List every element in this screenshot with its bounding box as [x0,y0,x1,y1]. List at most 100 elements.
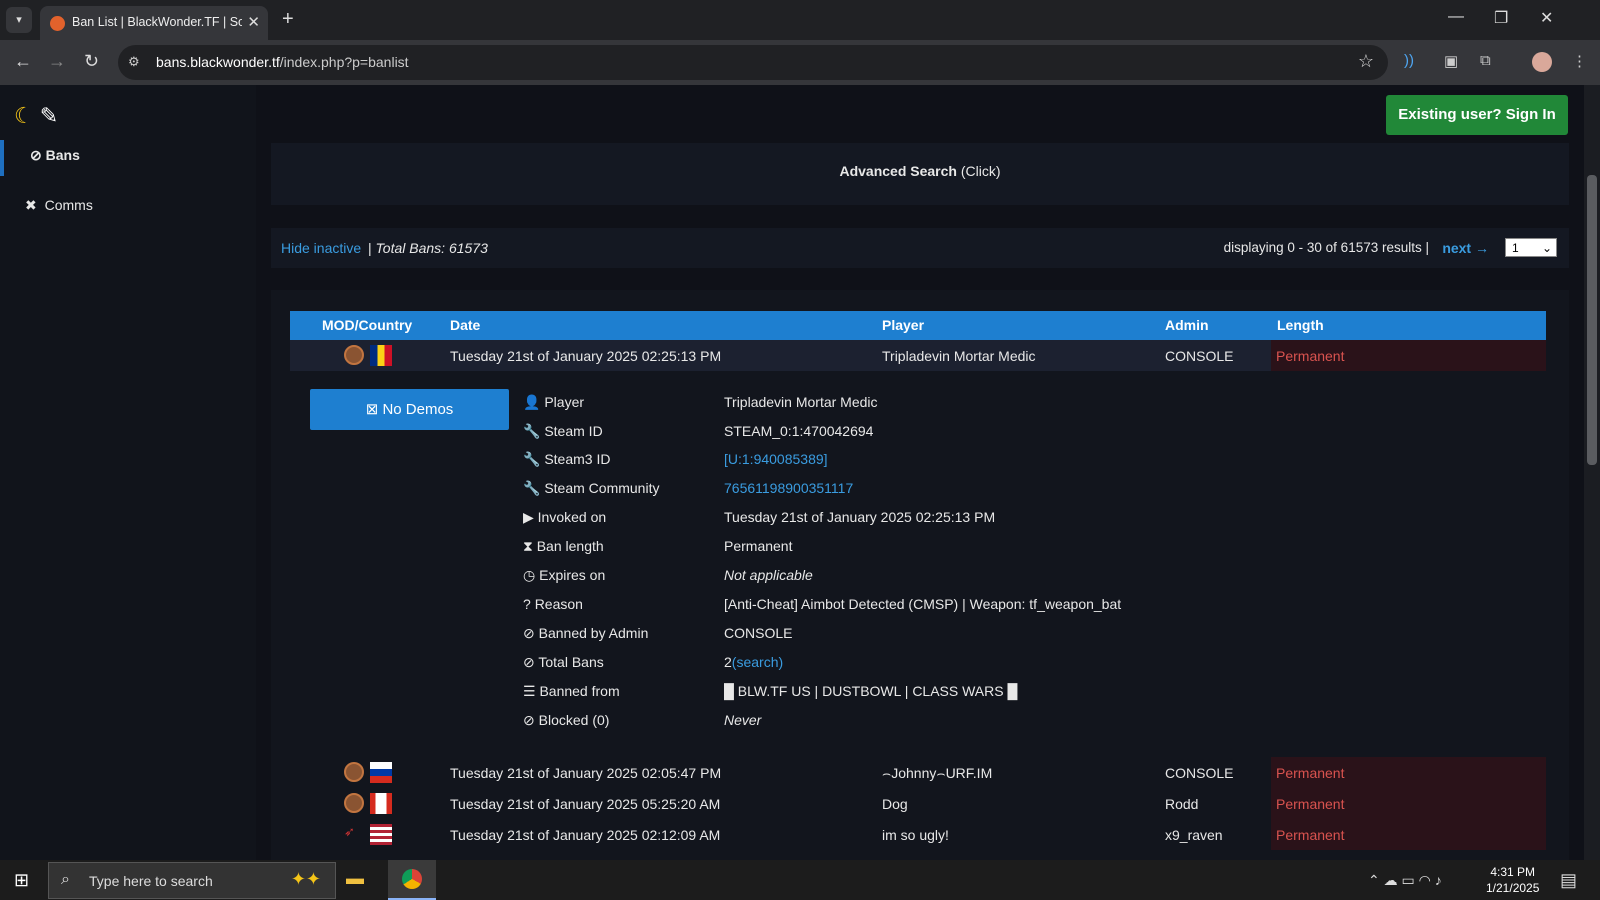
windows-taskbar: ⊞ ⌕ Type here to search ✦✦ ▬ ⌃ ☁ ▭ ◠ ♪ 4… [0,860,1600,900]
bookmark-star-icon[interactable]: ☆ [1358,51,1374,72]
flag-canada-icon [370,793,392,814]
row-date: Tuesday 21st of January 2025 05:25:20 AM [450,796,721,812]
brush-icon[interactable]: ✎ [40,103,58,128]
detail-label-steam3-id: 🔧 Steam3 ID [523,451,611,467]
row-admin: Rodd [1165,796,1199,812]
table-row[interactable]: ➶ Tuesday 21st of January 2025 02:12:09 … [290,819,1546,850]
sparkle-icon: ✦✦ [290,869,321,889]
row-player: ⌢Johnny⌢URF.IM [882,765,993,781]
theme-controls: ☾ ✎ [14,103,58,129]
flag-romania-icon [370,345,392,366]
steam3-id-link[interactable]: [U:1:940085389] [724,451,828,467]
forward-button[interactable]: → [48,51,66,72]
row-player: Tripladevin Mortar Medic [882,348,1036,364]
taskbar-search[interactable]: ⌕ Type here to search ✦✦ [48,862,336,899]
taskbar-clock[interactable]: 4:31 PM 1/21/2025 [1486,864,1539,896]
moon-icon[interactable]: ☾ [14,103,34,128]
ban-table: MOD/Country Date Player Admin Length Tue… [271,290,1569,860]
hide-inactive-link[interactable]: Hide inactive [281,240,361,256]
tab-title: Ban List | BlackWonder.TF | Sou [72,15,242,29]
profile-avatar[interactable] [1532,52,1552,72]
ban-icon: ⊘ [30,147,42,163]
advanced-search-label[interactable]: Advanced Search (Click) [271,163,1569,179]
ban-icon: ⊘ [523,654,535,670]
server-icon: ☰ [523,683,536,699]
row-date: Tuesday 21st of January 2025 02:05:47 PM [450,765,722,781]
page-scrollbar[interactable] [1584,85,1600,860]
table-header: MOD/Country Date Player Admin Length [290,311,1546,340]
table-row[interactable]: Tuesday 21st of January 2025 02:05:47 PM… [290,757,1546,788]
file-explorer-icon[interactable]: ▬ [346,868,364,889]
reload-button[interactable]: ↻ [84,51,99,72]
detail-value-reason: [Anti-Cheat] Aimbot Detected (CMSP) | We… [724,596,1122,612]
new-tab-button[interactable]: + [282,8,294,31]
windows-start-icon[interactable]: ⊞ [14,870,29,891]
extension-icon[interactable]: )) [1404,52,1414,69]
scrollbar-thumb[interactable] [1587,175,1597,465]
detail-label-player: 👤 Player [523,394,585,410]
table-row[interactable]: Tuesday 21st of January 2025 02:25:13 PM… [290,340,1546,371]
tray-icons[interactable]: ⌃ ☁ ▭ ◠ ♪ [1368,872,1442,889]
row-length: Permanent [1271,788,1546,819]
hourglass-icon: ⧗ [523,538,533,554]
url-text[interactable]: bans.blackwonder.tf/index.php?p=banlist [156,54,409,70]
row-admin: CONSOLE [1165,348,1234,364]
ban-icon: ⊘ [523,625,535,641]
user-icon: 👤 [523,394,541,410]
row-admin: x9_raven [1165,827,1223,843]
sidebar: ☾ ✎ ⊘ Bans ✖ Comms [0,85,256,860]
detail-label-blocked: ⊘ Blocked (0) [523,712,610,728]
page-select[interactable]: 1 ⌄ [1505,238,1557,257]
chrome-icon [402,869,422,889]
sign-in-button[interactable]: Existing user? Sign In [1386,95,1568,135]
tf2-mod-icon [344,793,364,813]
col-length: Length [1277,317,1324,333]
extensions-puzzle-icon[interactable]: ⧉ [1480,52,1491,69]
detail-value-expires-on: Not applicable [724,567,813,583]
arrow-right-icon: → [1475,240,1489,256]
notifications-icon[interactable]: ▤ [1560,870,1577,891]
advanced-search-panel[interactable]: Advanced Search (Click) [271,143,1569,205]
next-page-link[interactable]: next → [1442,240,1489,256]
detail-value-total-bans: 2(search) [724,654,784,670]
tab-close-icon[interactable]: ✕ [247,13,260,31]
detail-value-invoked-on: Tuesday 21st of January 2025 02:25:13 PM [724,509,996,525]
row-length: Permanent [1271,757,1546,788]
sidebar-item-comms[interactable]: ✖ Comms [25,197,93,214]
detail-label-ban-length: ⧗ Ban length [523,538,604,554]
row-length: Permanent [1271,819,1546,850]
address-bar[interactable]: ⚙ bans.blackwonder.tf/index.php?p=banlis… [118,45,1388,80]
restore-button[interactable]: ❐ [1494,8,1508,28]
wrench-icon: 🔧 [523,423,541,439]
clock-icon: ◷ [523,567,536,583]
site-info-icon[interactable]: ⚙ [128,54,140,70]
extension-icon[interactable]: ▣ [1444,52,1458,70]
game-mod-icon: ➶ [344,824,355,839]
row-player: Dog [882,796,908,812]
active-indicator [0,140,4,176]
minimize-button[interactable]: — [1448,8,1464,26]
steam-community-link[interactable]: 76561198900351117 [724,480,853,496]
ban-list-info-bar: Hide inactive | Total Bans: 61573 displa… [271,228,1569,268]
detail-value-banned-from: █ BLW.TF US | DUSTBOWL | CLASS WARS █ [724,683,1018,699]
browser-tab[interactable]: Ban List | BlackWonder.TF | Sou ✕ [40,6,268,40]
menu-icon[interactable]: ⋮ [1572,52,1587,70]
table-row[interactable]: Tuesday 21st of January 2025 05:25:20 AM… [290,788,1546,819]
sidebar-item-bans[interactable]: ⊘ Bans [30,147,80,164]
total-bans-search-link[interactable]: (search) [732,654,783,670]
mute-icon: ✖ [25,197,37,213]
no-demos-button[interactable]: ⊠ No Demos [310,389,509,430]
detail-value-ban-length: Permanent [724,538,793,554]
detail-label-steam-id: 🔧 Steam ID [523,423,603,439]
back-button[interactable]: ← [14,51,32,72]
tab-list-button[interactable]: ▾ [6,7,32,33]
flag-usa-icon [370,824,392,845]
search-icon: ⌕ [61,871,70,888]
tf2-mod-icon [344,762,364,782]
result-range: displaying 0 - 30 of 61573 results | [1223,240,1429,255]
browser-toolbar: ← → ↻ ⚙ bans.blackwonder.tf/index.php?p=… [0,40,1600,85]
chrome-taskbar-button[interactable] [388,860,436,900]
close-window-button[interactable]: ✕ [1540,8,1553,28]
detail-label-expires-on: ◷ Expires on [523,567,606,583]
wrench-icon: 🔧 [523,451,541,467]
